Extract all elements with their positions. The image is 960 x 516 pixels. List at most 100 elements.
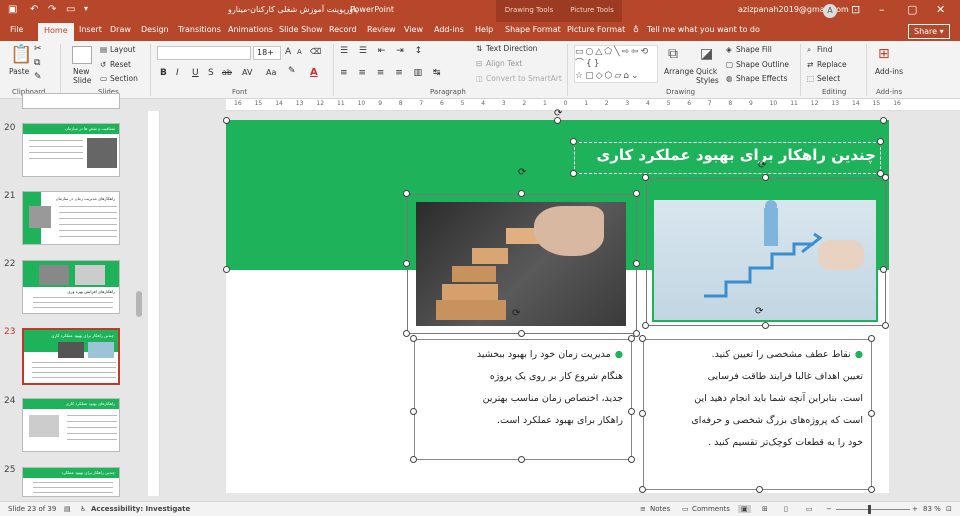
- font-color-button[interactable]: A: [310, 67, 318, 78]
- shadow-button[interactable]: S: [208, 68, 214, 78]
- find-button[interactable]: Find: [817, 45, 832, 54]
- new-slide-icon[interactable]: [72, 46, 92, 64]
- tell-me-search[interactable]: Tell me what you want to do: [647, 25, 760, 34]
- char-spacing-button[interactable]: AV: [242, 68, 252, 77]
- quick-styles-button[interactable]: Quick Styles: [696, 67, 720, 85]
- bold-button[interactable]: B: [160, 68, 167, 78]
- resize-handle[interactable]: [518, 456, 525, 463]
- align-text-button[interactable]: Align Text: [486, 59, 522, 68]
- resize-handle[interactable]: [639, 335, 646, 342]
- resize-handle[interactable]: [410, 335, 417, 342]
- strikethrough-button[interactable]: ab: [222, 68, 232, 77]
- maximize-icon[interactable]: ▢: [907, 3, 917, 16]
- shrink-font-button[interactable]: A: [297, 48, 302, 56]
- resize-handle[interactable]: [628, 408, 635, 415]
- underline-button[interactable]: U: [192, 68, 199, 78]
- right-text-box[interactable]: ●نقاط عطف مشخصی را تعیین کنید. تعیین اهد…: [643, 339, 872, 490]
- spellcheck-icon[interactable]: ▤: [64, 505, 71, 513]
- tab-transitions[interactable]: Transitions: [178, 25, 221, 34]
- tab-view[interactable]: View: [404, 25, 423, 34]
- resize-handle[interactable]: [642, 322, 649, 329]
- reading-view-icon[interactable]: ▯: [784, 505, 788, 513]
- add-ins-button[interactable]: Add-ins: [875, 67, 903, 76]
- cut-icon[interactable]: ✂: [34, 44, 42, 54]
- text-direction-button[interactable]: Text Direction: [486, 44, 537, 53]
- scrollbar-thumb[interactable]: [136, 291, 142, 317]
- rotate-icon[interactable]: ⟳: [518, 167, 526, 178]
- section-button[interactable]: Section: [110, 74, 138, 83]
- slide-thumbnail-21[interactable]: راهکارهای مدیریت زمان در سازمان: [22, 191, 120, 245]
- resize-handle[interactable]: [633, 260, 640, 267]
- fit-slide-icon[interactable]: ⊡: [946, 505, 952, 513]
- slide-thumbnail-20[interactable]: شفافیت و نقش ها در سازمان: [22, 123, 120, 177]
- resize-handle[interactable]: [880, 117, 887, 124]
- resize-handle[interactable]: [403, 260, 410, 267]
- resize-handle[interactable]: [868, 410, 875, 417]
- resize-handle[interactable]: [223, 266, 230, 273]
- resize-handle[interactable]: [518, 190, 525, 197]
- resize-handle[interactable]: [223, 117, 230, 124]
- resize-handle[interactable]: [882, 174, 889, 181]
- resize-handle[interactable]: [882, 322, 889, 329]
- slide-sorter-icon[interactable]: ⊞: [762, 505, 768, 513]
- share-button[interactable]: Share ▾: [908, 24, 950, 39]
- left-text-box[interactable]: ●مدیریت زمان خود را بهبود ببخشید هنگام ش…: [414, 339, 632, 460]
- slide-thumbnail-19[interactable]: [22, 93, 120, 109]
- tab-animations[interactable]: Animations: [228, 25, 273, 34]
- font-name-input[interactable]: [157, 46, 251, 60]
- shape-effects-button[interactable]: Shape Effects: [736, 74, 787, 83]
- ribbon-display-icon[interactable]: ⊡: [851, 3, 860, 16]
- zoom-slider[interactable]: [836, 509, 910, 510]
- zoom-out-button[interactable]: −: [826, 505, 832, 513]
- font-size-input[interactable]: 18+: [253, 46, 281, 60]
- shape-fill-button[interactable]: Shape Fill: [736, 45, 772, 54]
- tab-add-ins[interactable]: Add-ins: [434, 25, 464, 34]
- italic-button[interactable]: I: [176, 68, 179, 78]
- resize-handle[interactable]: [877, 138, 884, 145]
- rotate-icon[interactable]: ⟳: [554, 108, 562, 119]
- resize-handle[interactable]: [880, 266, 887, 273]
- align-buttons[interactable]: ≡ ≡ ≡ ≡ ▥ ↹: [340, 68, 445, 78]
- convert-smartart-button[interactable]: Convert to SmartArt: [486, 74, 562, 83]
- avatar[interactable]: A: [823, 4, 837, 18]
- zoom-slider-thumb[interactable]: [868, 505, 871, 514]
- zoom-in-button[interactable]: +: [912, 505, 918, 513]
- tab-home[interactable]: Home: [38, 23, 74, 41]
- resize-handle[interactable]: [639, 410, 646, 417]
- resize-handle[interactable]: [762, 174, 769, 181]
- resize-handle[interactable]: [762, 322, 769, 329]
- resize-handle[interactable]: [639, 486, 646, 493]
- arrange-button[interactable]: Arrange: [664, 67, 694, 76]
- slide-thumbnail-22[interactable]: راهکارهای افزایش بهره وری: [22, 260, 120, 314]
- slide-thumbnail-24[interactable]: راهکارهای بهبود عملکرد کاری: [22, 398, 120, 452]
- slideshow-icon[interactable]: ▭: [806, 505, 813, 513]
- normal-view-icon[interactable]: ▣: [738, 505, 751, 513]
- tab-review[interactable]: Review: [367, 25, 396, 34]
- tab-design[interactable]: Design: [141, 25, 169, 34]
- minimize-icon[interactable]: –: [879, 3, 885, 16]
- notes-button[interactable]: Notes: [650, 505, 670, 513]
- rotate-icon[interactable]: ⟳: [755, 306, 763, 317]
- tab-picture-format[interactable]: Picture Format: [567, 25, 625, 34]
- replace-button[interactable]: Replace: [817, 60, 847, 69]
- present-icon[interactable]: ▭: [66, 4, 75, 15]
- paste-icon[interactable]: 📋: [10, 44, 32, 65]
- thumbnail-scrollbar[interactable]: [134, 99, 144, 496]
- resize-handle[interactable]: [570, 170, 577, 177]
- comments-button[interactable]: Comments: [692, 505, 730, 513]
- resize-handle[interactable]: [868, 335, 875, 342]
- format-painter-icon[interactable]: ✎: [34, 72, 42, 82]
- close-icon[interactable]: ✕: [936, 3, 945, 16]
- tab-help[interactable]: Help: [475, 25, 493, 34]
- redo-icon[interactable]: ↷: [48, 4, 56, 15]
- select-button[interactable]: Select: [817, 74, 840, 83]
- resize-handle[interactable]: [628, 456, 635, 463]
- tab-draw[interactable]: Draw: [110, 25, 131, 34]
- resize-handle[interactable]: [633, 190, 640, 197]
- resize-handle[interactable]: [570, 138, 577, 145]
- accessibility-status[interactable]: Accessibility: Investigate: [91, 505, 190, 513]
- resize-handle[interactable]: [868, 486, 875, 493]
- shape-outline-button[interactable]: Shape Outline: [736, 60, 789, 69]
- copy-icon[interactable]: ⧉: [34, 58, 40, 68]
- clear-format-icon[interactable]: ⌫: [310, 47, 321, 56]
